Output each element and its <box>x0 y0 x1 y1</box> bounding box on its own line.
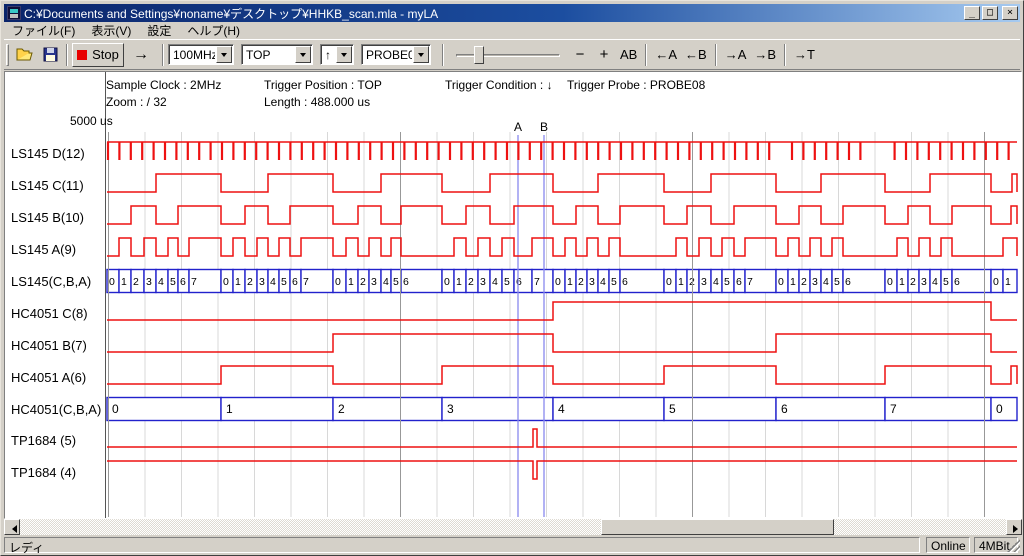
toolbar-separator <box>645 44 647 66</box>
channel-label-hc4051-a: HC4051 A(6) <box>11 370 86 385</box>
status-online: Online <box>926 537 970 553</box>
channel-label-ls145-bus: LS145(C,B,A) <box>11 274 91 289</box>
menu-bar: ファイル(F) 表示(V) 設定 ヘルプ(H) <box>4 22 1020 39</box>
probe-combo[interactable]: PROBE00 <box>361 44 431 65</box>
toolbar-separator <box>715 44 717 66</box>
resize-grip-icon[interactable] <box>1007 539 1020 552</box>
menu-view[interactable]: 表示(V) <box>83 21 139 40</box>
toolbar-separator <box>66 44 68 66</box>
open-file-button[interactable] <box>12 43 38 67</box>
chevron-down-icon[interactable] <box>336 46 352 63</box>
trigger-edge-combo[interactable]: ↑ <box>320 44 354 65</box>
save-file-button[interactable] <box>38 43 62 67</box>
run-button[interactable]: → <box>124 43 158 67</box>
sample-rate-combo[interactable]: 100MHz <box>168 44 234 65</box>
grid-time-label: 5000 us <box>70 114 113 128</box>
channel-label-tp1684-4: TP1684 (4) <box>11 465 76 480</box>
zoom-in-button[interactable]: + <box>592 43 616 67</box>
chevron-down-icon[interactable] <box>295 46 311 63</box>
channel-label-hc4051-bus: HC4051(C,B,A) <box>11 402 101 417</box>
toolbar-grip <box>6 44 9 66</box>
chevron-down-icon[interactable] <box>413 46 429 63</box>
goto-cursor-b-button[interactable]: ←B <box>681 43 711 67</box>
status-bar: レディ Online 4MBit <box>4 537 1020 554</box>
title-bar[interactable]: C:¥Documents and Settings¥noname¥デスクトップ¥… <box>4 4 1020 22</box>
info-length: Length : 488.000 us <box>264 95 370 109</box>
sample-rate-value: 100MHz <box>169 48 215 62</box>
zoom-out-button[interactable]: − <box>568 43 592 67</box>
scrollbar-thumb[interactable] <box>601 519 834 535</box>
open-folder-icon <box>16 47 34 62</box>
window-title: C:¥Documents and Settings¥noname¥デスクトップ¥… <box>24 5 964 22</box>
channel-label-ls145-c: LS145 C(11) <box>11 178 84 193</box>
info-trigger-condition: Trigger Condition : ↓ <box>445 78 553 92</box>
cursor-a-label[interactable]: A <box>508 120 528 134</box>
toolbar-separator <box>162 44 164 66</box>
channel-label-hc4051-c: HC4051 C(8) <box>11 306 88 321</box>
trigger-edge-value: ↑ <box>321 48 335 62</box>
channel-label-hc4051-b: HC4051 B(7) <box>11 338 87 353</box>
menu-settings[interactable]: 設定 <box>139 21 179 40</box>
stop-button[interactable]: Stop <box>72 43 124 67</box>
horizontal-scrollbar[interactable] <box>4 519 1022 535</box>
zoom-slider[interactable] <box>456 44 560 66</box>
zoom-slider-track <box>456 54 560 57</box>
info-sample-clock: Sample Clock : 2MHz <box>106 78 221 92</box>
scroll-right-arrow-icon[interactable] <box>1006 519 1022 535</box>
trigger-position-value: TOP <box>242 48 294 62</box>
zoom-slider-thumb[interactable] <box>474 46 484 64</box>
ab-span-button[interactable]: AB <box>616 43 641 67</box>
channel-label-ls145-a: LS145 A(9) <box>11 242 76 257</box>
waveform-panel[interactable] <box>4 71 1022 519</box>
set-cursor-a-button[interactable]: →A <box>721 43 751 67</box>
save-floppy-icon <box>43 47 58 62</box>
trigger-position-combo[interactable]: TOP <box>241 44 313 65</box>
scroll-left-arrow-icon[interactable] <box>4 519 20 535</box>
maximize-button[interactable]: □ <box>982 6 998 20</box>
menu-file[interactable]: ファイル(F) <box>4 21 83 40</box>
minimize-button[interactable]: _ <box>964 6 980 20</box>
chevron-down-icon[interactable] <box>216 46 232 63</box>
status-ready: レディ <box>4 537 920 553</box>
toolbar-separator <box>442 44 444 66</box>
info-trigger-probe: Trigger Probe : PROBE08 <box>567 78 705 92</box>
cursor-b-label[interactable]: B <box>534 120 554 134</box>
app-window: C:¥Documents and Settings¥noname¥デスクトップ¥… <box>0 0 1024 556</box>
goto-cursor-a-button[interactable]: ←A <box>651 43 681 67</box>
channel-label-ls145-b: LS145 B(10) <box>11 210 84 225</box>
toolbar-separator <box>784 44 786 66</box>
set-cursor-b-button[interactable]: →B <box>750 43 780 67</box>
run-arrow-icon: → <box>133 46 149 64</box>
toolbar: Stop → 100MHz TOP ↑ PROBE00 − + AB <box>4 39 1020 70</box>
menu-help[interactable]: ヘルプ(H) <box>179 21 248 40</box>
channel-label-tp1684-5: TP1684 (5) <box>11 433 76 448</box>
channel-label-ls145-d: LS145 D(12) <box>11 146 85 161</box>
info-trigger-position: Trigger Position : TOP <box>264 78 382 92</box>
goto-trigger-button[interactable]: →T <box>790 43 819 67</box>
probe-value: PROBE00 <box>362 48 412 62</box>
stop-icon <box>77 50 87 60</box>
close-button[interactable]: × <box>1002 6 1018 20</box>
app-icon <box>7 6 21 20</box>
stop-label: Stop <box>92 47 119 62</box>
info-zoom: Zoom : / 32 <box>106 95 167 109</box>
